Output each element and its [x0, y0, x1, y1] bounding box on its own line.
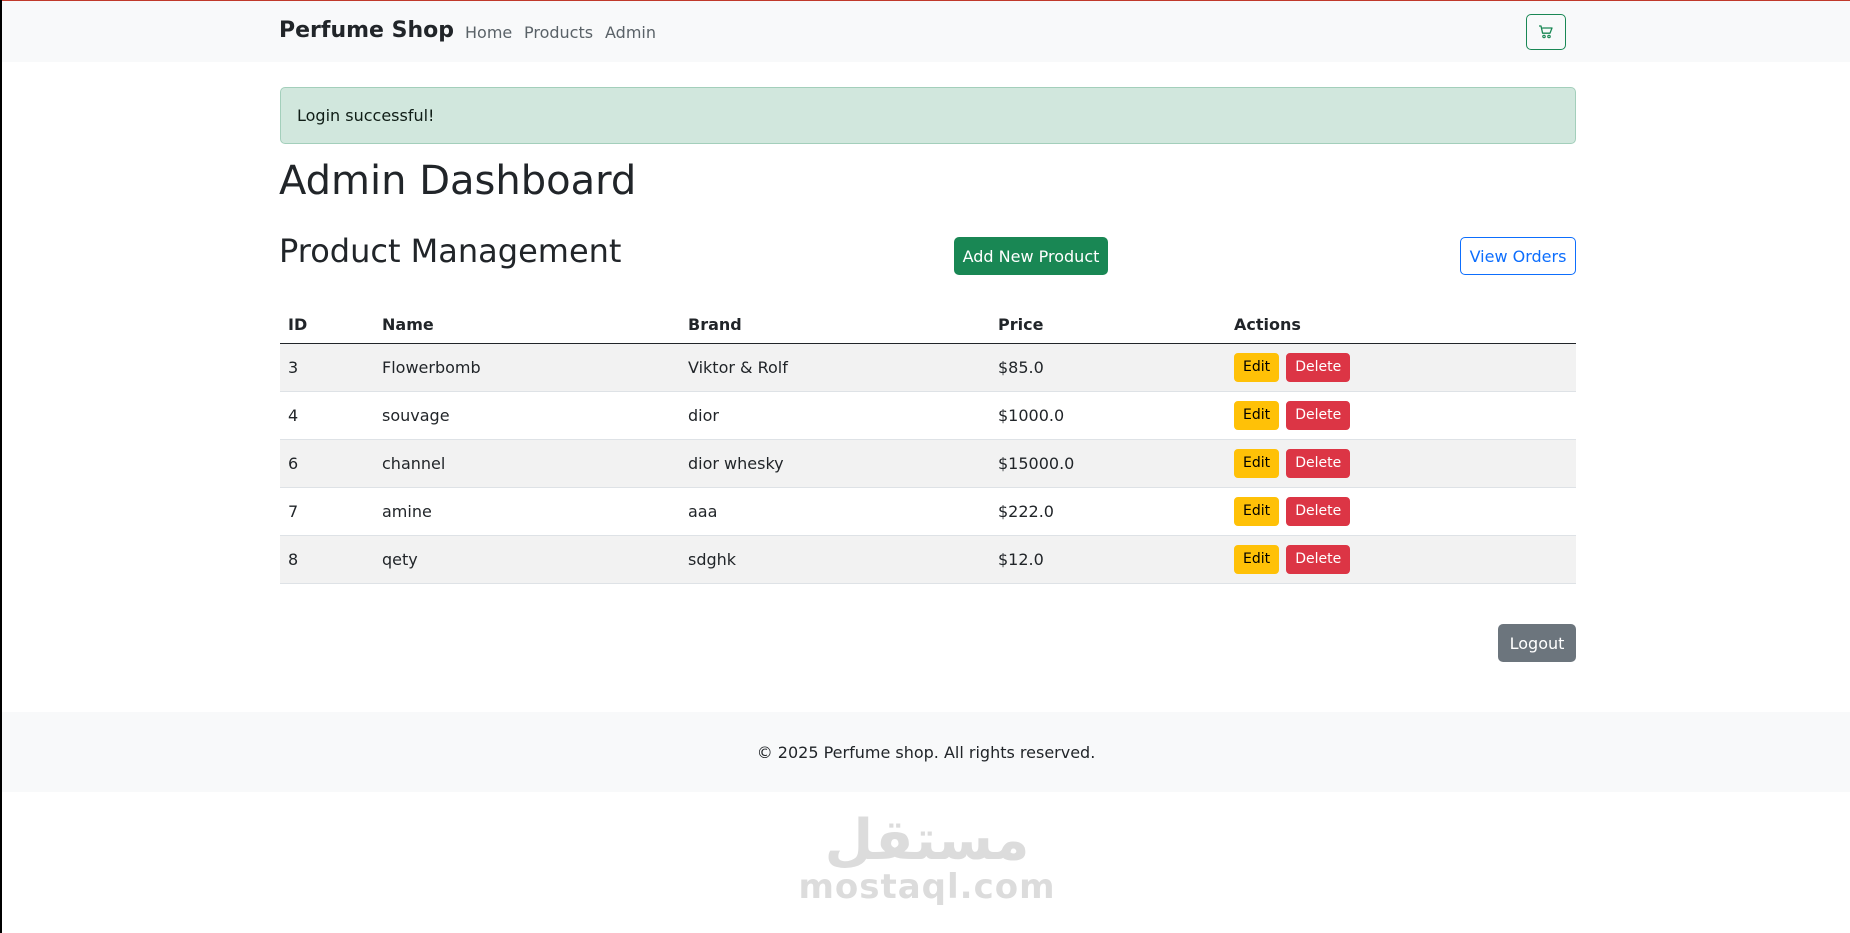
delete-button[interactable]: Delete: [1286, 401, 1351, 430]
cell-actions: Edit Delete: [1226, 343, 1576, 392]
cell-brand: Viktor & Rolf: [680, 343, 990, 392]
edit-button[interactable]: Edit: [1234, 545, 1280, 574]
watermark-arabic: مستقل: [824, 808, 1030, 874]
cell-price: $222.0: [990, 487, 1226, 536]
cell-price: $12.0: [990, 535, 1226, 584]
cart-button[interactable]: [1526, 14, 1566, 50]
products-table: ID Name Brand Price Actions 3 Flowerbomb…: [280, 305, 1576, 584]
table-row: 4 souvage dior $1000.0 Edit Delete: [280, 391, 1576, 440]
edit-button[interactable]: Edit: [1234, 353, 1280, 382]
cell-price: $85.0: [990, 343, 1226, 392]
cell-brand: dior whesky: [680, 439, 990, 488]
cell-price: $1000.0: [990, 391, 1226, 440]
edit-button[interactable]: Edit: [1234, 497, 1280, 526]
cell-actions: Edit Delete: [1226, 439, 1576, 488]
mostaql-watermark-logo: مستقل mostaql.com: [782, 800, 1072, 920]
table-header-row: ID Name Brand Price Actions: [280, 305, 1576, 344]
edit-button[interactable]: Edit: [1234, 401, 1280, 430]
section-title: Product Management: [279, 232, 622, 270]
view-orders-button[interactable]: View Orders: [1460, 237, 1576, 275]
table-row: 6 channel dior whesky $15000.0 Edit Dele…: [280, 439, 1576, 488]
header-brand: Brand: [680, 305, 990, 344]
success-alert: Login successful!: [280, 87, 1576, 144]
cell-actions: Edit Delete: [1226, 391, 1576, 440]
navbar: Perfume Shop Home Products Admin: [2, 1, 1850, 62]
cell-id: 3: [280, 343, 374, 392]
delete-button[interactable]: Delete: [1286, 497, 1351, 526]
delete-button[interactable]: Delete: [1286, 545, 1351, 574]
cell-id: 7: [280, 487, 374, 536]
cell-brand: aaa: [680, 487, 990, 536]
delete-button[interactable]: Delete: [1286, 449, 1351, 478]
cell-name: souvage: [374, 391, 680, 440]
table-row: 8 qety sdghk $12.0 Edit Delete: [280, 535, 1576, 584]
alert-message: Login successful!: [297, 106, 435, 125]
page-title: Admin Dashboard: [279, 158, 637, 204]
table-row: 7 amine aaa $222.0 Edit Delete: [280, 487, 1576, 536]
cell-brand: dior: [680, 391, 990, 440]
header-price: Price: [990, 305, 1226, 344]
add-product-button[interactable]: Add New Product: [954, 237, 1108, 275]
header-actions: Actions: [1226, 305, 1576, 344]
cell-id: 8: [280, 535, 374, 584]
cell-name: Flowerbomb: [374, 343, 680, 392]
logout-button[interactable]: Logout: [1498, 624, 1576, 662]
cell-name: amine: [374, 487, 680, 536]
cell-name: channel: [374, 439, 680, 488]
delete-button[interactable]: Delete: [1286, 353, 1351, 382]
cell-brand: sdghk: [680, 535, 990, 584]
cell-actions: Edit Delete: [1226, 535, 1576, 584]
brand-link[interactable]: Perfume Shop: [279, 18, 454, 43]
header-name: Name: [374, 305, 680, 344]
cell-id: 4: [280, 391, 374, 440]
nav-link-admin[interactable]: Admin: [605, 23, 656, 42]
cell-id: 6: [280, 439, 374, 488]
table-row: 3 Flowerbomb Viktor & Rolf $85.0 Edit De…: [280, 343, 1576, 392]
cell-actions: Edit Delete: [1226, 487, 1576, 536]
edit-button[interactable]: Edit: [1234, 449, 1280, 478]
watermark-latin: mostaql.com: [798, 867, 1056, 908]
nav-link-home[interactable]: Home: [465, 23, 512, 42]
nav-link-products[interactable]: Products: [524, 23, 593, 42]
cart-icon: [1539, 25, 1553, 39]
cell-price: $15000.0: [990, 439, 1226, 488]
footer: © 2025 Perfume shop. All rights reserved…: [2, 712, 1850, 792]
cell-name: qety: [374, 535, 680, 584]
header-id: ID: [280, 305, 374, 344]
copyright-text: © 2025 Perfume shop. All rights reserved…: [756, 742, 1096, 762]
